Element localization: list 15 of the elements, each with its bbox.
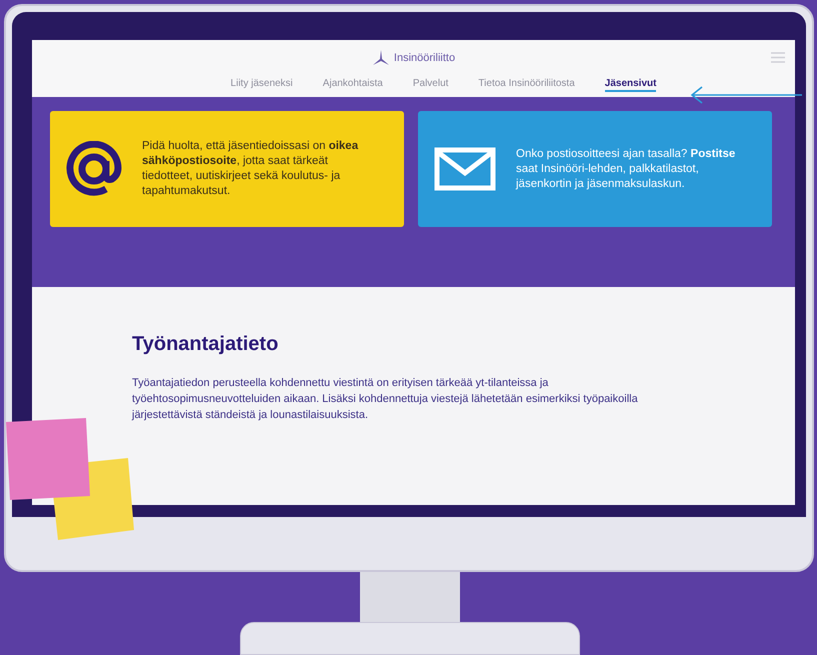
nav-link[interactable]: Jäsensivut — [604, 76, 656, 92]
at-sign-icon — [66, 141, 122, 197]
menu-icon[interactable] — [771, 52, 785, 63]
arrow-icon — [690, 85, 802, 105]
notice-text: Onko postiosoitteesi ajan tasalla? Postitse saat Insinööri-lehden, palkkatilastot, jäsenkortin ja jäsenmaksulaskun. — [516, 146, 736, 192]
envelope-icon — [434, 147, 496, 191]
logo-text: Insinööriliitto — [394, 51, 456, 66]
nav-link[interactable]: Ajankohtaista — [322, 76, 383, 92]
section-title: Työnantajatieto — [132, 332, 280, 357]
nav-link[interactable]: Palvelut — [412, 76, 448, 92]
logo-icon — [372, 50, 390, 66]
nav-link[interactable]: Tietoa Insinööriliitosta — [478, 76, 575, 92]
notice-text: Pidä huolta, että jäsentiedoissasi on oikea sähköpostiosoite, jotta saat tärkeät tiedotteet, uutiskirjeet sekä koulutus- ja tapahtumakutsut. — [142, 139, 360, 199]
nav-link[interactable]: Liity jäseneksi — [230, 76, 293, 92]
section-body: Työantajatiedon perusteella kohdennettu viestintä on erityisen tärkeää yt-tilanteissa ja työehtosopimusneuvotteluiden aikaan. Lisäksi kohdennettuja viestejä lähetetään esimerkiksi työpaikoilla järjestettävistä ständeistä ja lounastilaisuuksista. — [132, 376, 639, 423]
